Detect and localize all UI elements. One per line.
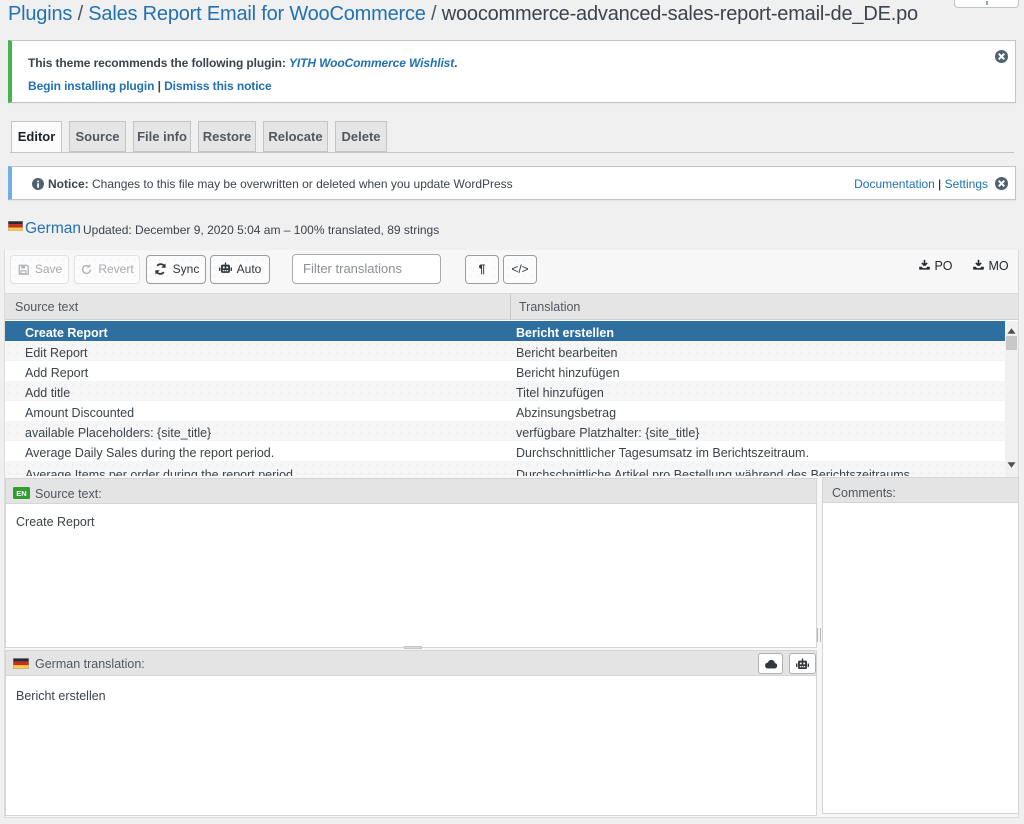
svg-text:EN: EN: [16, 489, 26, 498]
